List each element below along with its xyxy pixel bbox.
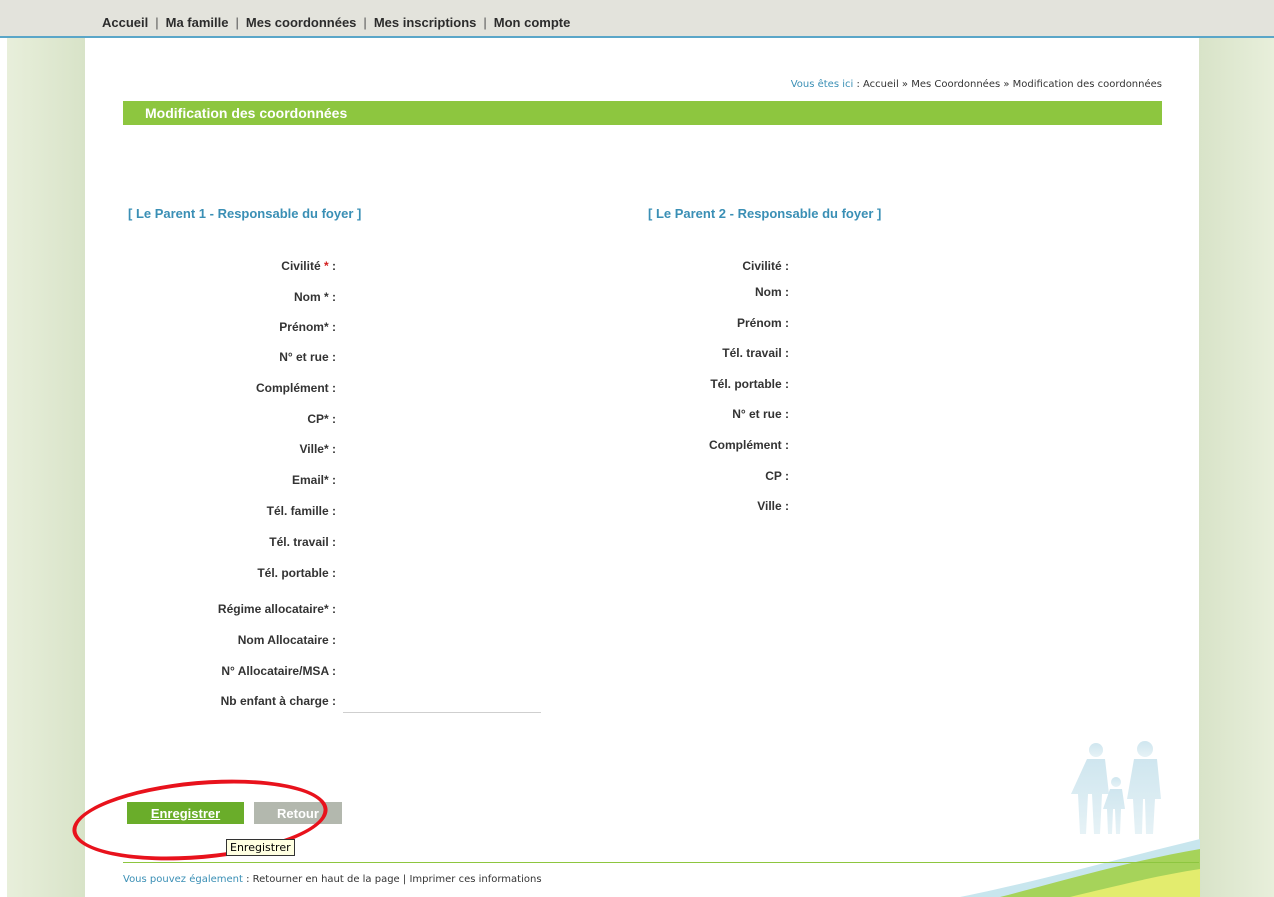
label-text: CP [307,412,324,426]
label-text: Régime allocataire [217,602,324,616]
breadcrumb-prefix: Vous êtes ici [790,79,854,90]
label-nom-p1: Nom * : [56,290,336,304]
nav-separator: | [363,15,367,30]
label-ville-p2: Ville : [757,499,789,513]
nb-enfant-input[interactable] [343,694,541,713]
nav-mes-coordonnees[interactable]: Mes coordonnées [246,15,357,30]
page-edge [0,38,7,897]
label-text: Civilité [281,259,321,273]
nav-mon-compte[interactable]: Mon compte [494,15,571,30]
left-decorative-panel [7,38,85,897]
label-suffix: : [328,412,336,426]
label-tel-portable-p1: Tél. portable : [257,566,336,580]
label-text: Nom [293,290,321,304]
family-silhouette-icon [1071,741,1161,834]
label-text: Ville [299,442,324,456]
label-email-p1: Email* : [56,473,336,487]
footer-lead: Vous pouvez également [123,874,243,885]
breadcrumb: Vous êtes ici : Accueil » Mes Coordonnée… [791,79,1162,90]
page-title: Modification des coordonnées [145,105,348,121]
label-cp-p1: CP* : [56,412,336,426]
label-prenom-p1: Prénom* : [56,320,336,334]
parent1-heading: [ Le Parent 1 - Responsable du foyer ] [128,206,362,221]
breadcrumb-trail: Accueil » Mes Coordonnées » Modification… [863,79,1162,90]
breadcrumb-colon: : [853,79,864,90]
parent2-heading: [ Le Parent 2 - Responsable du foyer ] [648,206,882,221]
label-prenom-p2: Prénom : [736,316,789,330]
label-nb-enfant-p1: Nb enfant à charge : [220,694,336,708]
right-decorative-panel [1199,38,1274,897]
label-regime-p1: Régime allocataire* : [56,602,336,616]
label-suffix: : [328,320,336,334]
label-rue-p2: N° et rue : [732,407,789,421]
label-tel-travail-p1: Tél. travail : [269,535,336,549]
label-civilite-p2: Civilité : [742,259,789,273]
label-tel-travail-p2: Tél. travail : [722,346,789,360]
main-menu: Accueil | Ma famille | Mes coordonnées | Mes i… [102,15,570,30]
tooltip: Enregistrer [226,839,295,856]
label-text: Email [291,473,324,487]
footer-divider-text: | [399,874,410,885]
nav-separator: | [235,15,239,30]
nav-accueil[interactable]: Accueil [102,15,148,30]
nav-separator: | [483,15,487,30]
label-suffix: : [328,473,336,487]
label-suffix: : [328,259,336,273]
footer: Vous pouvez également : Retourner en hau… [123,874,542,885]
label-rue-p1: N° et rue : [279,350,336,364]
label-suffix: : [328,442,336,456]
top-navigation-bar: Accueil | Ma famille | Mes coordonnées | Mes i… [0,0,1274,38]
label-suffix: : [328,602,336,616]
label-tel-famille-p1: Tél. famille : [266,504,336,518]
label-text: Prénom [279,320,324,334]
label-ville-p1: Ville* : [56,442,336,456]
decorative-swoosh [960,839,1200,897]
back-to-top-link[interactable]: Retourner en haut de la page [253,874,400,885]
nav-mes-inscriptions[interactable]: Mes inscriptions [374,15,477,30]
footer-divider [123,862,1199,863]
page-title-bar: Modification des coordonnées [123,101,1162,125]
nav-ma-famille[interactable]: Ma famille [166,15,229,30]
label-complement-p2: Complément : [708,438,789,452]
print-link[interactable]: Imprimer ces informations [409,874,541,885]
nav-separator: | [155,15,159,30]
footer-colon: : [242,874,253,885]
label-cp-p2: CP : [765,469,789,483]
label-nom-p2: Nom : [755,285,789,299]
label-suffix: : [328,290,336,304]
label-nom-allocataire-p1: Nom Allocataire : [237,633,336,647]
label-num-allocataire-p1: N° Allocataire/MSA : [221,664,336,678]
label-tel-portable-p2: Tél. portable : [710,377,789,391]
label-complement-p1: Complément : [255,381,336,395]
label-civilite-p1: Civilité * : [56,259,336,273]
